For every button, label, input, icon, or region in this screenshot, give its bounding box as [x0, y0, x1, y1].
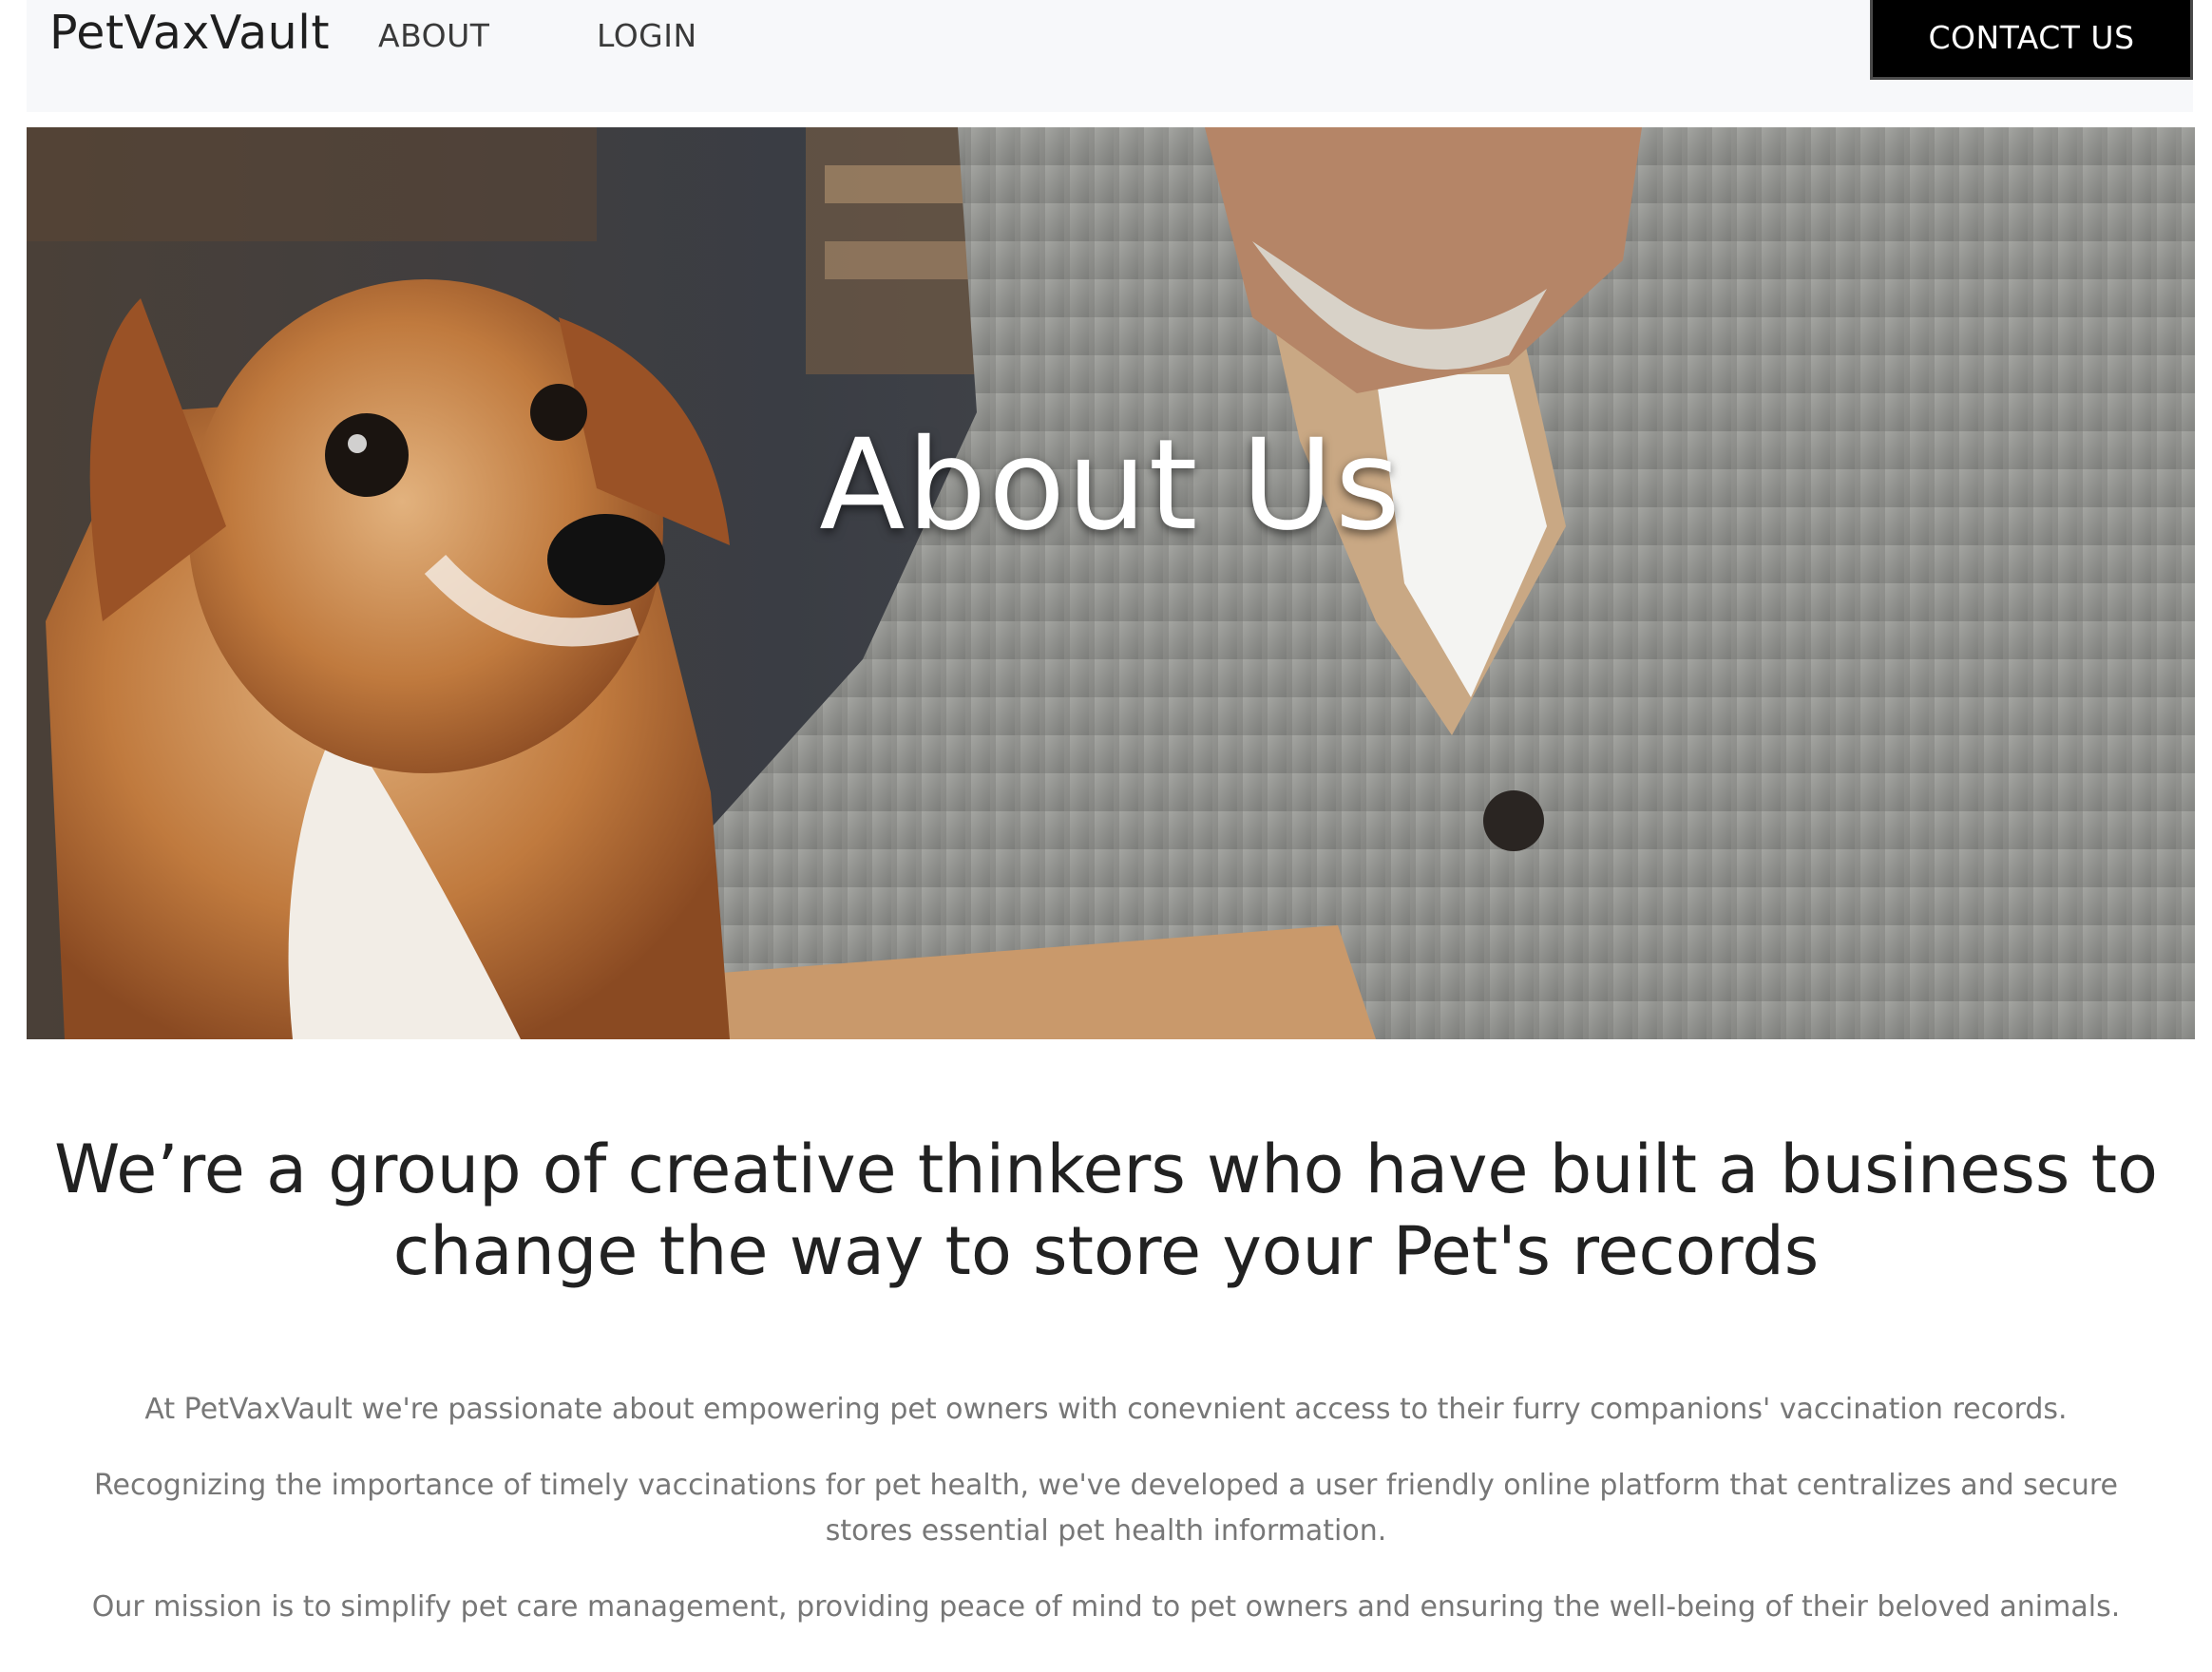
nav-link-login[interactable]: LOGIN [597, 17, 697, 54]
hero-title: About Us [819, 412, 1402, 559]
brand-logo[interactable]: PetVaxVault [49, 6, 330, 60]
mission-headline: We’re a group of creative thinkers who h… [54, 1130, 2158, 1290]
navbar: PetVaxVault ABOUT LOGIN CONTACT US [27, 0, 2193, 112]
mission-paragraph: Our mission is to simplify pet care mana… [91, 1590, 2121, 1624]
hero-banner: About Us [27, 127, 2195, 1039]
nav-link-about[interactable]: ABOUT [378, 17, 489, 54]
contact-us-button[interactable]: CONTACT US [1870, 0, 2193, 80]
platform-paragraph: Recognizing the importance of timely vac… [94, 1469, 2118, 1548]
hero-image [27, 127, 2195, 1039]
intro-paragraph: At PetVaxVault we're passionate about em… [144, 1393, 2068, 1426]
